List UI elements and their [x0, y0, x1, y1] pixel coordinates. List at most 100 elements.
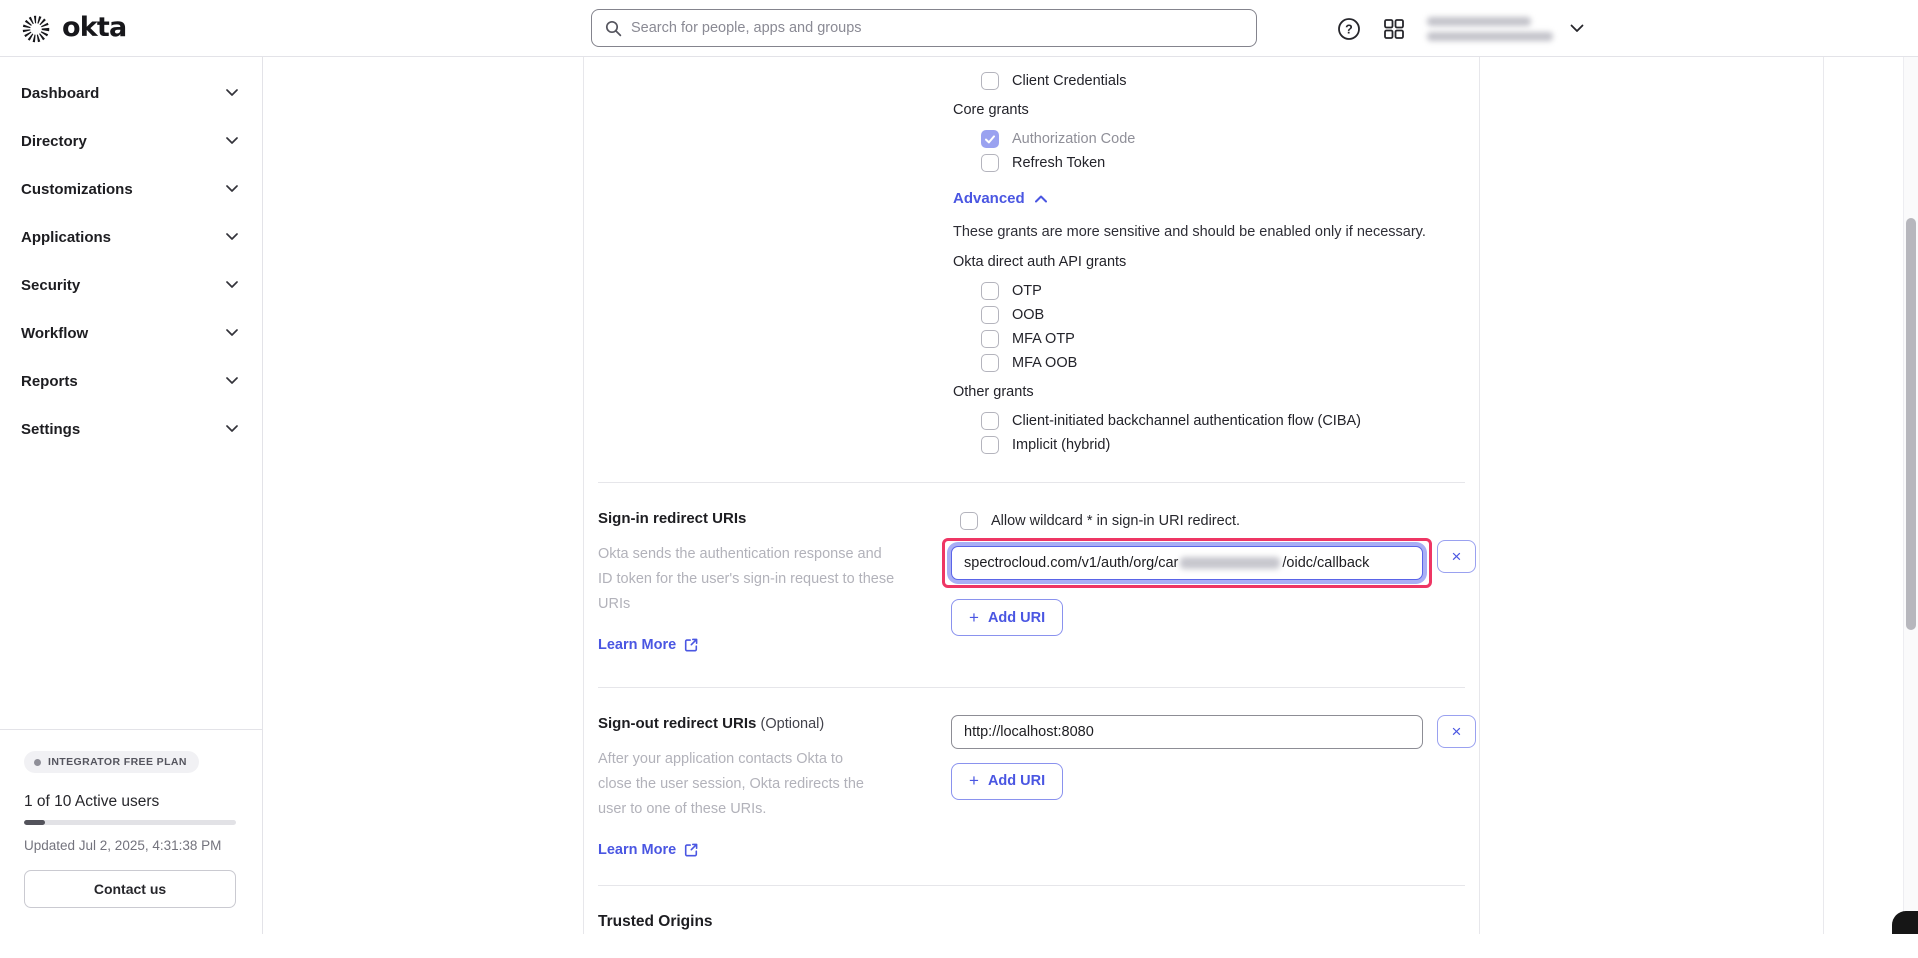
checkbox-row-oob[interactable]: OOB [981, 303, 1465, 327]
chevron-down-icon [226, 137, 238, 145]
checkbox-label: Client-initiated backchannel authenticat… [1012, 413, 1361, 429]
checkbox-row-otp[interactable]: OTP [981, 279, 1465, 303]
signin-learn-more-link[interactable]: Learn More [598, 637, 698, 653]
signin-redirect-uri-input[interactable]: spectrocloud.com/v1/auth/org/car/oidc/ca… [951, 546, 1423, 580]
checkbox-label: Authorization Code [1012, 131, 1135, 147]
add-uri-label: Add URI [988, 610, 1045, 626]
chevron-down-icon [226, 185, 238, 193]
plus-icon: + [969, 771, 979, 791]
client-credentials-checkbox[interactable] [981, 72, 999, 90]
checkbox-row-ciba[interactable]: Client-initiated backchannel authenticat… [981, 409, 1465, 433]
sidebar-item-applications[interactable]: Applications [0, 213, 262, 261]
active-users-progress-fill [24, 820, 45, 825]
signout-section-description: After your application contacts Okta to … [598, 747, 870, 822]
sidebar-item-workflow[interactable]: Workflow [0, 309, 262, 357]
signin-right-column: Allow wildcard * in sign-in URI redirect… [951, 510, 1476, 654]
sidebar-item-label: Settings [21, 421, 80, 438]
updated-timestamp: Updated Jul 2, 2025, 4:31:38 PM [24, 838, 236, 853]
oob-checkbox[interactable] [981, 306, 999, 324]
user-account-name-redacted [1427, 17, 1549, 41]
implicit-hybrid-checkbox[interactable] [981, 436, 999, 454]
sidebar-nav: Dashboard Directory Customizations Appli… [0, 57, 262, 453]
screen-corner-overlay [1892, 911, 1918, 934]
sidebar-item-label: Applications [21, 229, 111, 246]
authorization-code-checkbox[interactable] [981, 130, 999, 148]
help-icon[interactable]: ? [1337, 17, 1361, 41]
plus-icon: + [969, 608, 979, 628]
ciba-checkbox[interactable] [981, 412, 999, 430]
checkbox-row-refresh-token[interactable]: Refresh Token [981, 151, 1465, 175]
signout-redirect-uri-input[interactable] [951, 715, 1423, 749]
checkbox-label: Implicit (hybrid) [1012, 437, 1110, 453]
signin-section-description: Okta sends the authentication response a… [598, 542, 898, 617]
mfa-otp-checkbox[interactable] [981, 330, 999, 348]
checkbox-row-implicit-hybrid[interactable]: Implicit (hybrid) [981, 433, 1465, 457]
checkbox-row-mfa-oob[interactable]: MFA OOB [981, 351, 1465, 375]
trusted-origins-title: Trusted Origins [584, 886, 1479, 958]
external-link-icon [684, 843, 698, 857]
account-menu-chevron[interactable] [1570, 24, 1584, 33]
refresh-token-checkbox[interactable] [981, 154, 999, 172]
signin-redirect-uris-section: Sign-in redirect URIs Okta sends the aut… [584, 483, 1479, 687]
chevron-down-icon [226, 281, 238, 289]
plan-badge: INTEGRATOR FREE PLAN [24, 751, 199, 773]
sidebar-item-settings[interactable]: Settings [0, 405, 262, 453]
okta-wordmark: okta [62, 14, 126, 45]
uri-redacted-segment [1180, 557, 1280, 569]
signout-learn-more-link[interactable]: Learn More [598, 842, 698, 858]
add-signin-uri-button[interactable]: + Add URI [951, 599, 1063, 636]
checkbox-label: Client Credentials [1012, 73, 1126, 89]
signin-left-column: Sign-in redirect URIs Okta sends the aut… [598, 510, 951, 654]
sidebar-footer: INTEGRATOR FREE PLAN 1 of 10 Active user… [0, 729, 262, 934]
signout-title-text: Sign-out redirect URIs [598, 715, 756, 732]
sidebar-item-directory[interactable]: Directory [0, 117, 262, 165]
sidebar-item-dashboard[interactable]: Dashboard [0, 69, 262, 117]
apps-grid-icon[interactable] [1382, 17, 1406, 41]
sidebar-item-reports[interactable]: Reports [0, 357, 262, 405]
signout-redirect-uris-section: Sign-out redirect URIs (Optional) After … [584, 688, 1479, 885]
checkbox-label: OOB [1012, 307, 1044, 323]
direct-auth-grants-label: Okta direct auth API grants [953, 254, 1465, 270]
advanced-toggle-label: Advanced [953, 190, 1025, 207]
signin-section-title: Sign-in redirect URIs [598, 510, 951, 527]
signout-section-title: Sign-out redirect URIs (Optional) [598, 715, 951, 732]
otp-checkbox[interactable] [981, 282, 999, 300]
remove-signout-uri-button[interactable]: × [1437, 715, 1476, 748]
chevron-up-icon [1035, 195, 1047, 203]
vertical-scrollbar-track[interactable] [1903, 57, 1918, 934]
grant-types-section: Client Credentials Core grants Authoriza… [584, 57, 1479, 457]
top-header: okta ? [0, 0, 1918, 57]
checkbox-row-client-credentials[interactable]: Client Credentials [981, 69, 1465, 93]
checkbox-row-mfa-otp[interactable]: MFA OTP [981, 327, 1465, 351]
chevron-down-icon [226, 425, 238, 433]
uri-visible-suffix: /oidc/callback [1282, 555, 1369, 571]
global-search[interactable] [591, 9, 1257, 47]
svg-text:?: ? [1345, 22, 1353, 36]
sidebar-item-label: Customizations [21, 181, 133, 198]
checkbox-label: MFA OOB [1012, 355, 1077, 371]
checkbox-label: OTP [1012, 283, 1042, 299]
vertical-scrollbar-thumb[interactable] [1906, 218, 1916, 630]
sidebar-item-security[interactable]: Security [0, 261, 262, 309]
search-icon [605, 20, 622, 37]
chevron-down-icon [1570, 24, 1584, 33]
remove-signin-uri-button[interactable]: × [1437, 540, 1476, 573]
active-users-count: 1 of 10 Active users [24, 793, 236, 811]
okta-logo[interactable]: okta [20, 13, 126, 45]
advanced-note: These grants are more sensitive and shou… [953, 224, 1465, 240]
core-grants-label: Core grants [953, 102, 1465, 118]
advanced-toggle[interactable]: Advanced [953, 190, 1465, 207]
mfa-oob-checkbox[interactable] [981, 354, 999, 372]
wildcard-checkbox-row[interactable]: Allow wildcard * in sign-in URI redirect… [960, 510, 1476, 532]
allow-wildcard-checkbox[interactable] [960, 512, 978, 530]
checkbox-row-authorization-code[interactable]: Authorization Code [981, 127, 1465, 151]
external-link-icon [684, 638, 698, 652]
sidebar-item-customizations[interactable]: Customizations [0, 165, 262, 213]
chevron-down-icon [226, 233, 238, 241]
other-grants-label: Other grants [953, 384, 1465, 400]
add-signout-uri-button[interactable]: + Add URI [951, 763, 1063, 800]
checkbox-label: Refresh Token [1012, 155, 1105, 171]
search-input[interactable] [631, 20, 1243, 36]
contact-us-button[interactable]: Contact us [24, 870, 236, 908]
plan-badge-dot-icon [34, 759, 41, 766]
